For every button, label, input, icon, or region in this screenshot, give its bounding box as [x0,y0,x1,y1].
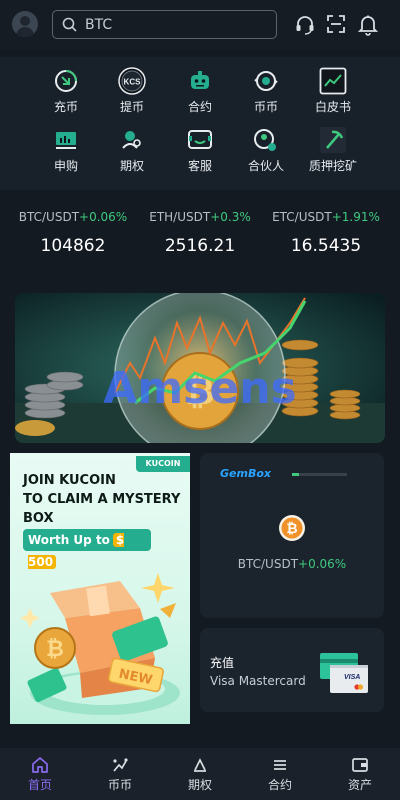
bitcoin-icon: ₿ [279,515,305,541]
ticker-price: 2516.21 [164,236,236,256]
nav-label: 币币 [107,778,132,792]
kcs-icon: KCS [118,67,146,95]
home-icon [32,757,48,773]
nav-home[interactable]: 首页 [10,756,70,793]
banner-illustration: ₿ Amsens [15,293,385,443]
search-icon [62,17,77,32]
kucoin-promo[interactable]: KUCOIN JOIN KUCOIN TO CLAIM A MYSTERY BO… [10,453,190,724]
menu-item-deposit[interactable]: 充币 [36,67,96,117]
subscribe-icon [56,132,76,149]
avatar[interactable] [12,11,38,37]
bell-icon[interactable] [358,14,378,36]
svg-text:₿: ₿ [286,521,297,537]
service-icon [188,130,212,149]
search-placeholder: BTC [85,17,113,33]
menu-item-partner[interactable]: 合伙人 [236,126,296,176]
nav-spot[interactable]: 币币 [90,756,150,793]
banner-watermark: Amsens [103,363,296,414]
header: BTC [0,0,400,50]
menu-item-staking[interactable]: 质押挖矿 [303,126,363,176]
options-nav-icon [194,758,206,772]
menu-label: 白皮书 [314,100,351,114]
ticker-change: +0.3% [210,210,251,224]
ticker-pair: ETC/USDT+1.91% [272,210,380,224]
gembox-logo: GemBox [220,467,271,480]
gembox-change: +0.06% [298,557,347,571]
menu-item-whitepaper[interactable]: 白皮书 [303,67,363,117]
ticker-btc[interactable]: BTC/USDT+0.06% 104862 [8,210,138,256]
visa-text: VISA [344,674,360,681]
menu-item-contract[interactable]: 合约 [170,67,230,117]
wallet-icon [352,758,368,772]
menu-item-options[interactable]: 期权 [102,126,162,176]
promo-banner[interactable]: ₿ Amsens [15,293,385,443]
search-input[interactable]: BTC [52,10,277,39]
robot-icon [191,71,209,89]
ticker-strip: BTC/USDT+0.06% 104862 ETH/USDT+0.3% 2516… [0,198,400,280]
nav-label: 首页 [27,778,52,792]
ticker-eth[interactable]: ETH/USDT+0.3% 2516.21 [135,210,265,256]
deposit-title: 充值 [210,656,235,670]
ticker-price: 104862 [40,236,106,256]
kucoin-badge: KUCOIN [136,456,190,472]
svg-text:KCS: KCS [124,78,142,87]
menu-item-spot[interactable]: 币币 [236,67,296,117]
bottom-nav: 首页 币币 期权 合约 资产 [0,748,400,800]
deposit-subtitle: Visa Mastercard [210,674,306,688]
contract-icon [274,760,286,770]
pickaxe-icon [320,127,346,153]
partner-icon [254,129,276,151]
promo-title: JOIN KUCOIN TO CLAIM A MYSTERY BOX [23,473,181,526]
menu-item-service[interactable]: 客服 [170,126,230,176]
ticker-change: +1.91% [331,210,380,224]
exchange-icon [254,71,278,91]
nav-assets[interactable]: 资产 [330,756,390,793]
menu-label: 质押挖矿 [308,159,357,173]
scan-icon[interactable] [326,14,346,34]
nav-contract[interactable]: 合约 [250,756,310,793]
headset-icon[interactable] [294,14,316,36]
ticker-etc[interactable]: ETC/USDT+1.91% 16.5435 [261,210,391,256]
deposit-icon [55,70,77,92]
ticker-change: +0.06% [79,210,128,224]
nav-label: 期权 [187,778,212,792]
ticker-pair: ETH/USDT+0.3% [149,210,251,224]
gembox-pair: BTC/USDT+0.06% [237,557,347,571]
menu-item-withdraw[interactable]: KCS 提币 [102,67,162,117]
menu-item-subscribe[interactable]: 申购 [36,126,96,176]
ticker-price: 16.5435 [290,236,362,256]
gift-box-illustration: ₿ NEW [20,573,180,715]
deposit-card[interactable]: 充值 Visa Mastercard VISA [200,628,384,712]
credit-card-icon: VISA [320,653,368,693]
gembox-card[interactable]: GemBox ₿ BTC/USDT+0.06% [200,453,384,618]
options-icon [122,131,141,149]
gembox-progress [292,473,347,476]
promo-worth: Worth Up to $ 500 [23,529,151,569]
nav-label: 资产 [347,778,372,792]
nav-options[interactable]: 期权 [170,756,230,793]
quick-menu: 充币 KCS 提币 合约 币币 白皮书 申购 期权 客服 合伙人 质押挖矿 [0,57,400,190]
nav-label: 合约 [267,778,292,792]
ticker-pair: BTC/USDT+0.06% [18,210,128,224]
spot-icon [113,758,128,772]
chart-icon [319,67,347,95]
svg-text:₿: ₿ [46,637,64,662]
